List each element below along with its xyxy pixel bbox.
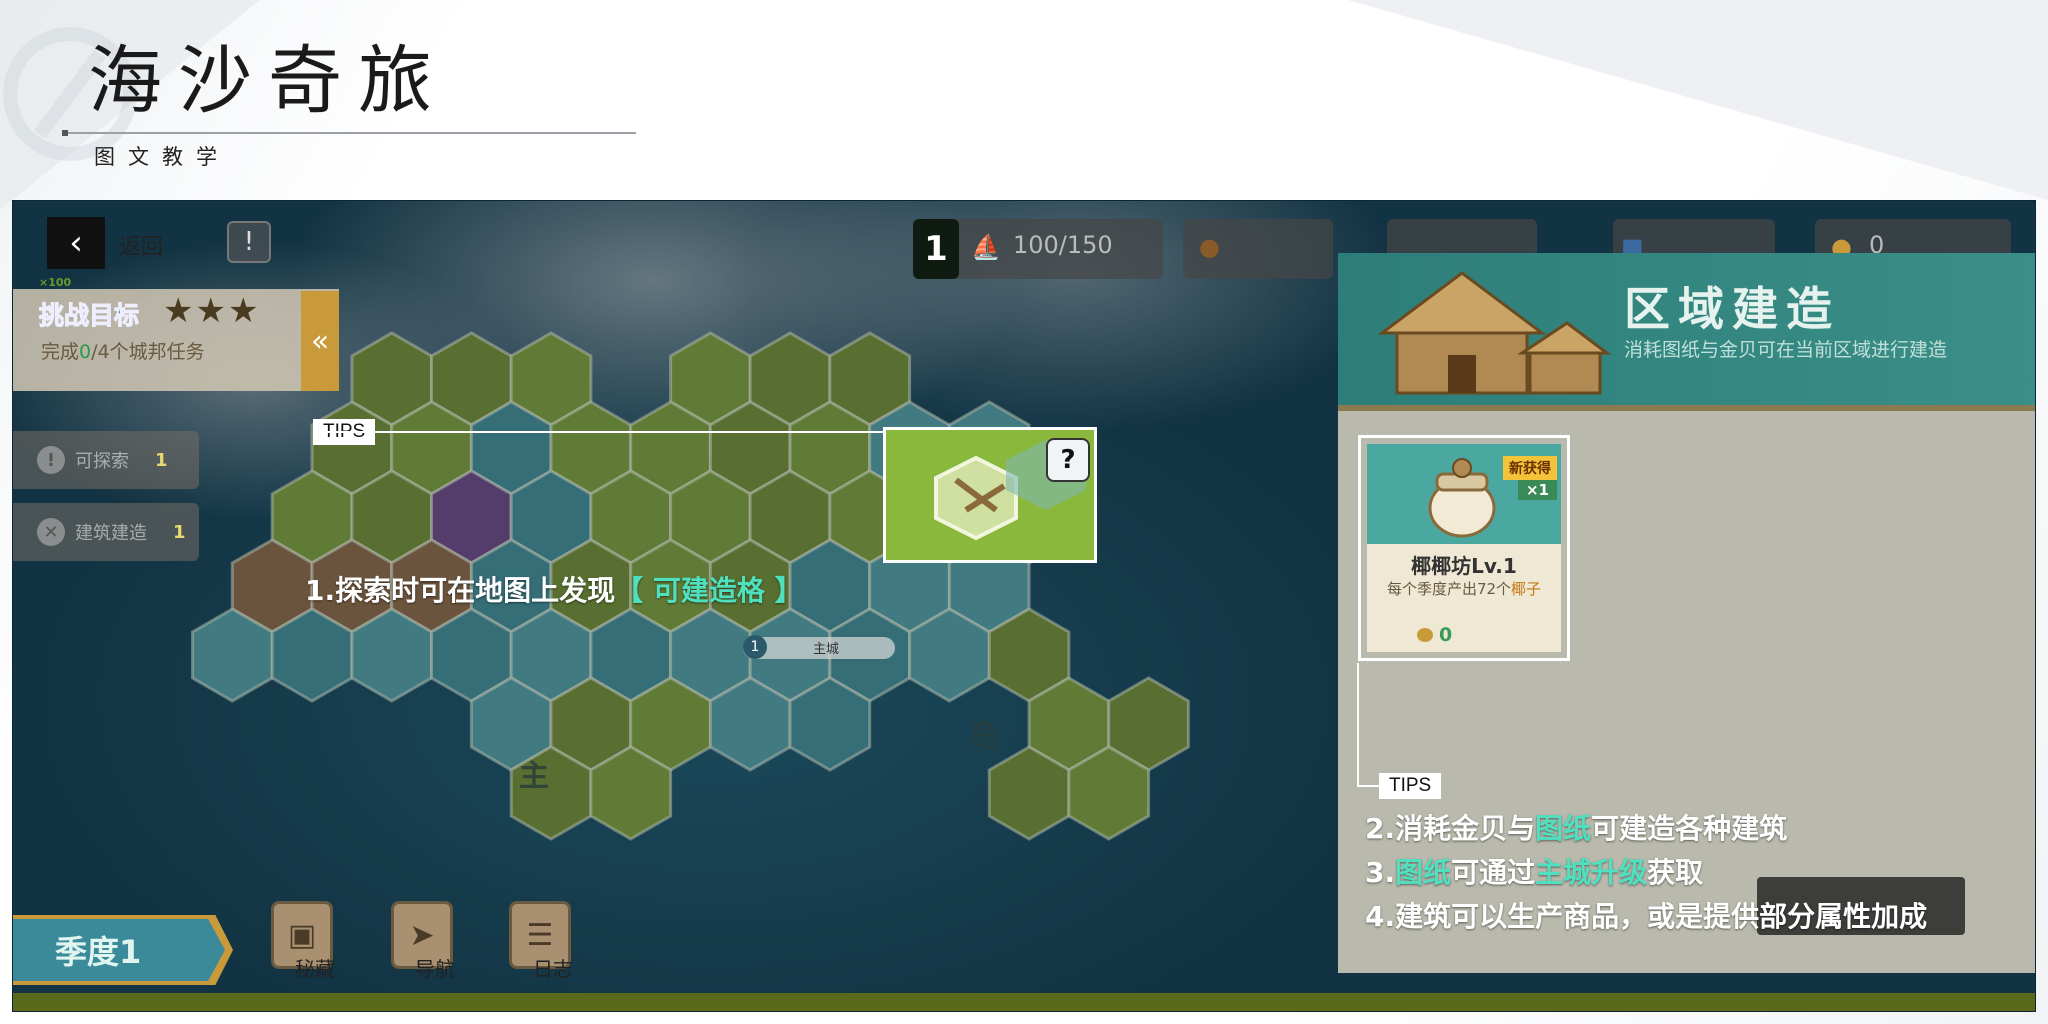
tip-1-prefix: 1.探索时可在地图上发现 xyxy=(305,574,616,607)
sidebar-item-label: 可探索 xyxy=(75,451,129,472)
paper-plane-icon: ➤ xyxy=(409,917,435,953)
tip-3-prefix: 3. xyxy=(1365,856,1396,889)
new-badge: 新获得 xyxy=(1503,456,1557,480)
title-divider-dot xyxy=(62,130,68,136)
star-rating: ★★★ xyxy=(163,291,261,331)
exclamation-icon: ! xyxy=(243,227,255,257)
season-progress-bar xyxy=(13,993,2035,1011)
challenge-desc-suffix: /4个城邦任务 xyxy=(91,341,205,363)
challenge-progress: 0 xyxy=(79,341,92,363)
page-title: 海沙奇旅 xyxy=(88,38,448,124)
hut-illustration-icon xyxy=(1377,271,1612,395)
title-divider xyxy=(64,132,636,134)
building-production: 每个季度产出72个椰子 xyxy=(1361,578,1567,599)
tip-3-highlight-1: 图纸 xyxy=(1395,856,1452,889)
building-name: 椰椰坊Lv.1 xyxy=(1411,554,1517,578)
season-banner[interactable]: 季度1 xyxy=(13,919,225,981)
build-panel-divider xyxy=(1338,405,2035,411)
sidebar-item-label: 建筑建造 xyxy=(75,523,147,544)
challenge-desc: 完成0/4个城邦任务 xyxy=(41,337,205,364)
build-panel-desc: 消耗图纸与金贝可在当前区域进行建造 xyxy=(1624,339,1948,361)
log-label: 日志 xyxy=(533,957,573,981)
map-zone-label: 主 xyxy=(519,759,549,794)
reward-line: ×100 xyxy=(39,276,71,289)
tip-3-text: 3.图纸可通过主城升级获取 xyxy=(1365,851,1703,891)
page-subtitle: 图文教学 xyxy=(94,145,230,169)
main-city-level: 1 xyxy=(743,635,767,659)
game-screenshot: ‹ 返回 ! ×100 « 挑战目标 ★★★ 完成0/4个城邦任务 ! 可探索 … xyxy=(12,200,2036,1012)
sidebar-item-count: 1 xyxy=(173,521,186,543)
tips-tag: TIPS xyxy=(1379,773,1442,799)
reward-amount: ×100 xyxy=(39,276,72,289)
shell-icon xyxy=(1417,628,1433,642)
exclamation-icon: ! xyxy=(37,446,65,474)
tips-connector-line xyxy=(323,431,895,433)
coconut-icon: ● xyxy=(1199,233,1220,261)
document-icon: ☰ xyxy=(526,917,554,953)
sidebar-item-count: 1 xyxy=(155,449,168,471)
challenge-desc-prefix: 完成 xyxy=(41,341,80,363)
tips-connector-line xyxy=(1357,663,1359,787)
tip-3-highlight-2: 主城升级 xyxy=(1535,856,1648,889)
capacity-text: 100/150 xyxy=(1013,231,1113,259)
coconut-mill-icon xyxy=(1428,458,1496,538)
tip-2-text: 2.消耗金贝与图纸可建造各种建筑 xyxy=(1365,807,1787,847)
production-item: 椰子 xyxy=(1511,580,1542,598)
build-panel-title: 区域建造 xyxy=(1624,282,1840,336)
quantity-badge: ×1 xyxy=(1517,480,1557,500)
treasure-label: 秘藏 xyxy=(295,957,335,981)
level-badge: 1 xyxy=(913,219,959,279)
chest-icon: ▣ xyxy=(287,917,317,953)
challenge-title: 挑战目标 xyxy=(38,301,140,331)
tip-1-text: 1.探索时可在地图上发现【 可建造格 】 xyxy=(305,569,803,609)
tip-3-suffix: 获取 xyxy=(1647,856,1704,889)
back-button[interactable]: ‹ xyxy=(47,217,105,269)
building-cost: 0 xyxy=(1439,624,1453,646)
boat-icon: ⛵ xyxy=(971,233,1001,261)
tip-3-mid: 可通过 xyxy=(1451,856,1536,889)
main-city-label: 主城 xyxy=(813,642,840,657)
back-label[interactable]: 返回 xyxy=(119,229,163,261)
production-prefix: 每个季度产出72个 xyxy=(1386,580,1512,598)
challenge-collapse-button[interactable]: « xyxy=(301,291,339,391)
question-mark-icon: ? xyxy=(1046,438,1090,482)
tip-4-text: 4.建筑可以生产商品，或是提供部分属性加成 xyxy=(1365,900,1928,933)
build-panel-header: 区域建造 消耗图纸与金贝可在当前区域进行建造 xyxy=(1338,253,2035,405)
buildable-tile-highlight: ? xyxy=(883,427,1097,563)
chevron-left-icon: ‹ xyxy=(69,223,83,263)
header-decoration-right xyxy=(1348,0,2048,200)
tip-2-suffix: 可建造各种建筑 xyxy=(1591,812,1788,845)
tip-2-highlight: 图纸 xyxy=(1535,812,1592,845)
building-card[interactable]: 新获得 ×1 椰椰坊Lv.1 每个季度产出72个椰子 0 xyxy=(1358,435,1570,661)
sidebar-item-build[interactable]: ✕ 建筑建造 1 xyxy=(13,503,199,561)
map-zone-label: 岛 xyxy=(969,719,999,754)
navigate-label: 导航 xyxy=(415,957,455,981)
tip-2-prefix: 2.消耗金贝与 xyxy=(1365,812,1536,845)
info-button[interactable]: ! xyxy=(227,221,271,263)
tutorial-page: 海沙奇旅 图文教学 ‹ 返回 ! ×100 « 挑战目标 ★★★ 完成0/4个城… xyxy=(0,0,2048,1024)
sidebar-item-explore[interactable]: ! 可探索 1 xyxy=(13,431,199,489)
tips-connector-line xyxy=(1357,785,1379,787)
tools-icon: ✕ xyxy=(37,518,65,546)
tip-1-highlight: 【 可建造格 】 xyxy=(615,574,803,607)
